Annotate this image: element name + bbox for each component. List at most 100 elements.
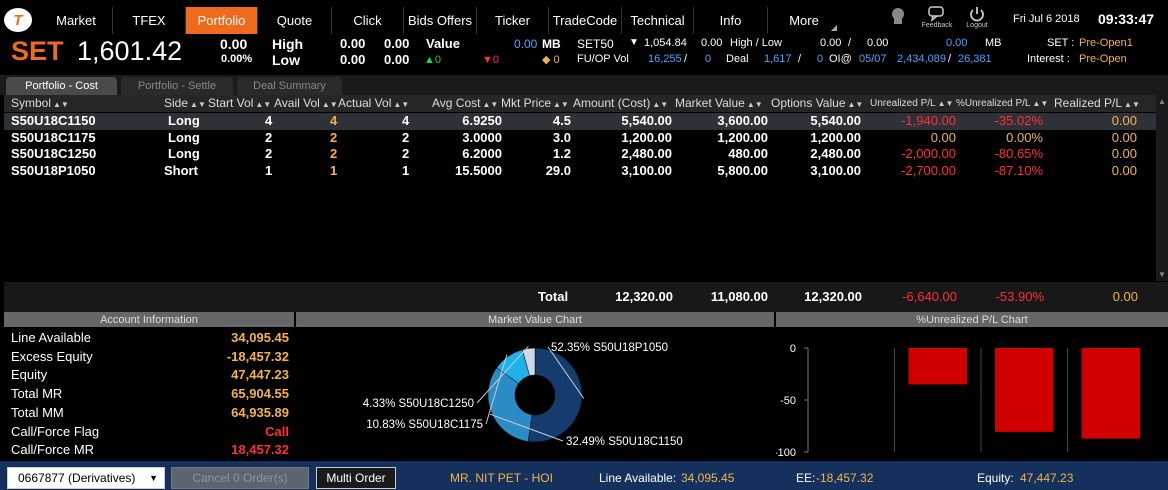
- col-actual-vol[interactable]: Actual Vol ▲▼: [338, 96, 409, 110]
- cancel-orders-button[interactable]: Cancel 0 Order(s): [171, 467, 309, 489]
- sort-icon: ▲▼: [53, 100, 69, 109]
- table-row[interactable]: S50U18P1050 Short 1 1 1 15.5000 29.0 3,1…: [4, 163, 1156, 180]
- cell-amount: 3,100.00: [621, 163, 672, 178]
- cell-avail-vol: 2: [330, 130, 338, 145]
- cell-mkt-price: 1.2: [552, 146, 571, 161]
- chevron-down-icon: ▼: [149, 473, 158, 483]
- nav-bids-offers[interactable]: Bids Offers: [404, 7, 477, 34]
- oi-label: OI@: [829, 53, 852, 65]
- dropdown-corner-icon: ◢: [830, 23, 837, 32]
- cell-unrealized-pl: -2,000.00: [901, 146, 956, 161]
- cell-pct-unrealized-pl: -35.02%: [994, 113, 1043, 128]
- col-start-vol[interactable]: Start Vol ▲▼: [208, 96, 271, 110]
- logout-button[interactable]: Logout: [962, 6, 992, 34]
- nav-tfex[interactable]: TFEX: [113, 7, 186, 34]
- acct-total-mm: Total MM 64,935.89: [11, 405, 289, 420]
- set50-unit: MB: [985, 37, 1002, 49]
- low-value-b: 0.00: [384, 52, 410, 67]
- col-amount-cost[interactable]: Amount (Cost) ▲▼: [573, 96, 668, 110]
- col-options-value[interactable]: Options Value ▲▼: [771, 96, 863, 110]
- set-state: Pre-Open1: [1079, 37, 1133, 49]
- cell-symbol: S50U18C1175: [11, 130, 96, 145]
- table-row[interactable]: S50U18C1150 Long 4 4 4 6.9250 4.5 5,540.…: [4, 113, 1156, 130]
- col-avail-vol[interactable]: Avail Vol ▲▼: [274, 96, 338, 110]
- acct-call-force-mr: Call/Force MR 18,457.32: [11, 442, 289, 457]
- table-row[interactable]: S50U18C1250 Long 2 2 2 6.2000 1.2 2,480.…: [4, 146, 1156, 163]
- cell-market-value: 3,600.00: [717, 113, 768, 128]
- nav-tradecode[interactable]: TradeCode: [549, 7, 622, 34]
- index-change-pct: 0.00%: [221, 53, 253, 65]
- acct-call-force-flag: Call/Force Flag Call: [11, 424, 289, 439]
- col-mkt-price[interactable]: Mkt Price ▲▼: [501, 96, 569, 110]
- tab-portfolio-settle[interactable]: Portfolio - Settle: [121, 77, 233, 95]
- high-low-label: High / Low: [730, 37, 782, 49]
- col-side[interactable]: Side ▲▼: [164, 96, 206, 110]
- col-pct-unrealized-pl[interactable]: %Unrealized P/L ▲▼: [956, 98, 1048, 109]
- cell-actual-vol: 2: [402, 146, 410, 161]
- col-realized-pl[interactable]: Realized P/L ▲▼: [1054, 96, 1140, 110]
- profile-head-icon[interactable]: [888, 6, 908, 34]
- nav-ticker[interactable]: Ticker: [477, 7, 549, 34]
- nav-market[interactable]: Market: [40, 7, 113, 34]
- col-market-value[interactable]: Market Value ▲▼: [675, 96, 763, 110]
- nav-quote[interactable]: Quote: [258, 7, 332, 34]
- interest-label: Interest :: [1027, 53, 1070, 65]
- account-select[interactable]: 0667877 (Derivatives) ▼: [7, 467, 165, 489]
- col-symbol[interactable]: Symbol ▲▼: [11, 96, 69, 110]
- feedback-icon: [928, 6, 944, 22]
- equity-label: Equity:: [977, 471, 1014, 485]
- multi-order-button[interactable]: Multi Order: [316, 467, 396, 489]
- acct-total-mr: Total MR 65,904.55: [11, 386, 289, 401]
- deal-label: Deal: [726, 53, 749, 65]
- cell-actual-vol: 4: [402, 113, 410, 128]
- col-unrealized-pl[interactable]: Unrealized P/L ▲▼: [870, 98, 953, 109]
- logout-label: Logout: [966, 22, 988, 29]
- cell-options-value: 1,200.00: [810, 130, 861, 145]
- high-value-b: 0.00: [384, 36, 410, 51]
- nav-more[interactable]: More ◢: [768, 7, 840, 34]
- sort-icon: ▲▼: [190, 100, 206, 109]
- high-label: High: [272, 36, 304, 52]
- deal-separator: /: [798, 53, 802, 65]
- donut-label: 52.35% S50U18P1050: [551, 342, 668, 354]
- table-scrollbar[interactable]: ▲ ▼: [1156, 95, 1168, 281]
- nav-technical[interactable]: Technical: [622, 7, 694, 34]
- cell-mkt-price: 29.0: [545, 163, 571, 178]
- sort-icon: ▲▼: [746, 100, 763, 109]
- index-name: SET: [11, 36, 64, 66]
- clock-display: 09:33:47: [1098, 11, 1155, 27]
- cell-avg-cost: 6.2000: [462, 146, 502, 161]
- line-available-value: 34,095.45: [681, 471, 735, 485]
- tab-portfolio-cost[interactable]: Portfolio - Cost: [6, 77, 117, 95]
- acct-excess-equity: Excess Equity -18,457.32: [11, 349, 289, 364]
- sort-icon: ▲▼: [652, 100, 669, 109]
- unchanged-icon: ◆: [542, 54, 551, 66]
- total-unrealized-pl: -6,640.00: [902, 289, 957, 304]
- col-avg-cost[interactable]: Avg Cost ▲▼: [432, 96, 498, 110]
- cell-market-value: 1,200.00: [717, 130, 768, 145]
- donut-slice: [527, 347, 583, 443]
- feedback-button[interactable]: Feedback: [920, 6, 954, 34]
- set50-val: 0.00: [946, 37, 968, 49]
- down-count: ▼0: [482, 54, 500, 66]
- cell-market-value: 5,800.00: [717, 163, 768, 178]
- cell-avg-cost: 15.5000: [455, 163, 502, 178]
- scroll-down-icon[interactable]: ▼: [1158, 270, 1166, 279]
- sort-icon: ▲▼: [1124, 100, 1140, 109]
- nav-info[interactable]: Info: [694, 7, 768, 34]
- oi-date: 05/07: [859, 53, 887, 65]
- cell-start-vol: 2: [265, 130, 273, 145]
- sort-icon: ▲▼: [321, 100, 338, 109]
- account-info-panel: Line Available 34,095.45 Excess Equity -18…: [4, 327, 294, 460]
- cell-realized-pl: 0.00: [1111, 130, 1137, 145]
- nav-click[interactable]: Click: [332, 7, 404, 34]
- scroll-up-icon[interactable]: ▲: [1158, 97, 1166, 106]
- cell-realized-pl: 0.00: [1111, 146, 1137, 161]
- market-value-chart: 52.35% S50U18P1050 32.49% S50U18C1150 10.8…: [296, 327, 774, 460]
- set50-dropdown-icon[interactable]: ▼: [629, 37, 639, 48]
- power-icon: [970, 7, 984, 22]
- tab-deal-summary[interactable]: Deal Summary: [237, 77, 342, 95]
- nav-portfolio[interactable]: Portfolio: [186, 7, 258, 34]
- deal-a: 1,617: [764, 53, 792, 65]
- table-row[interactable]: S50U18C1175 Long 2 2 2 3.0000 3.0 1,200.…: [4, 130, 1156, 147]
